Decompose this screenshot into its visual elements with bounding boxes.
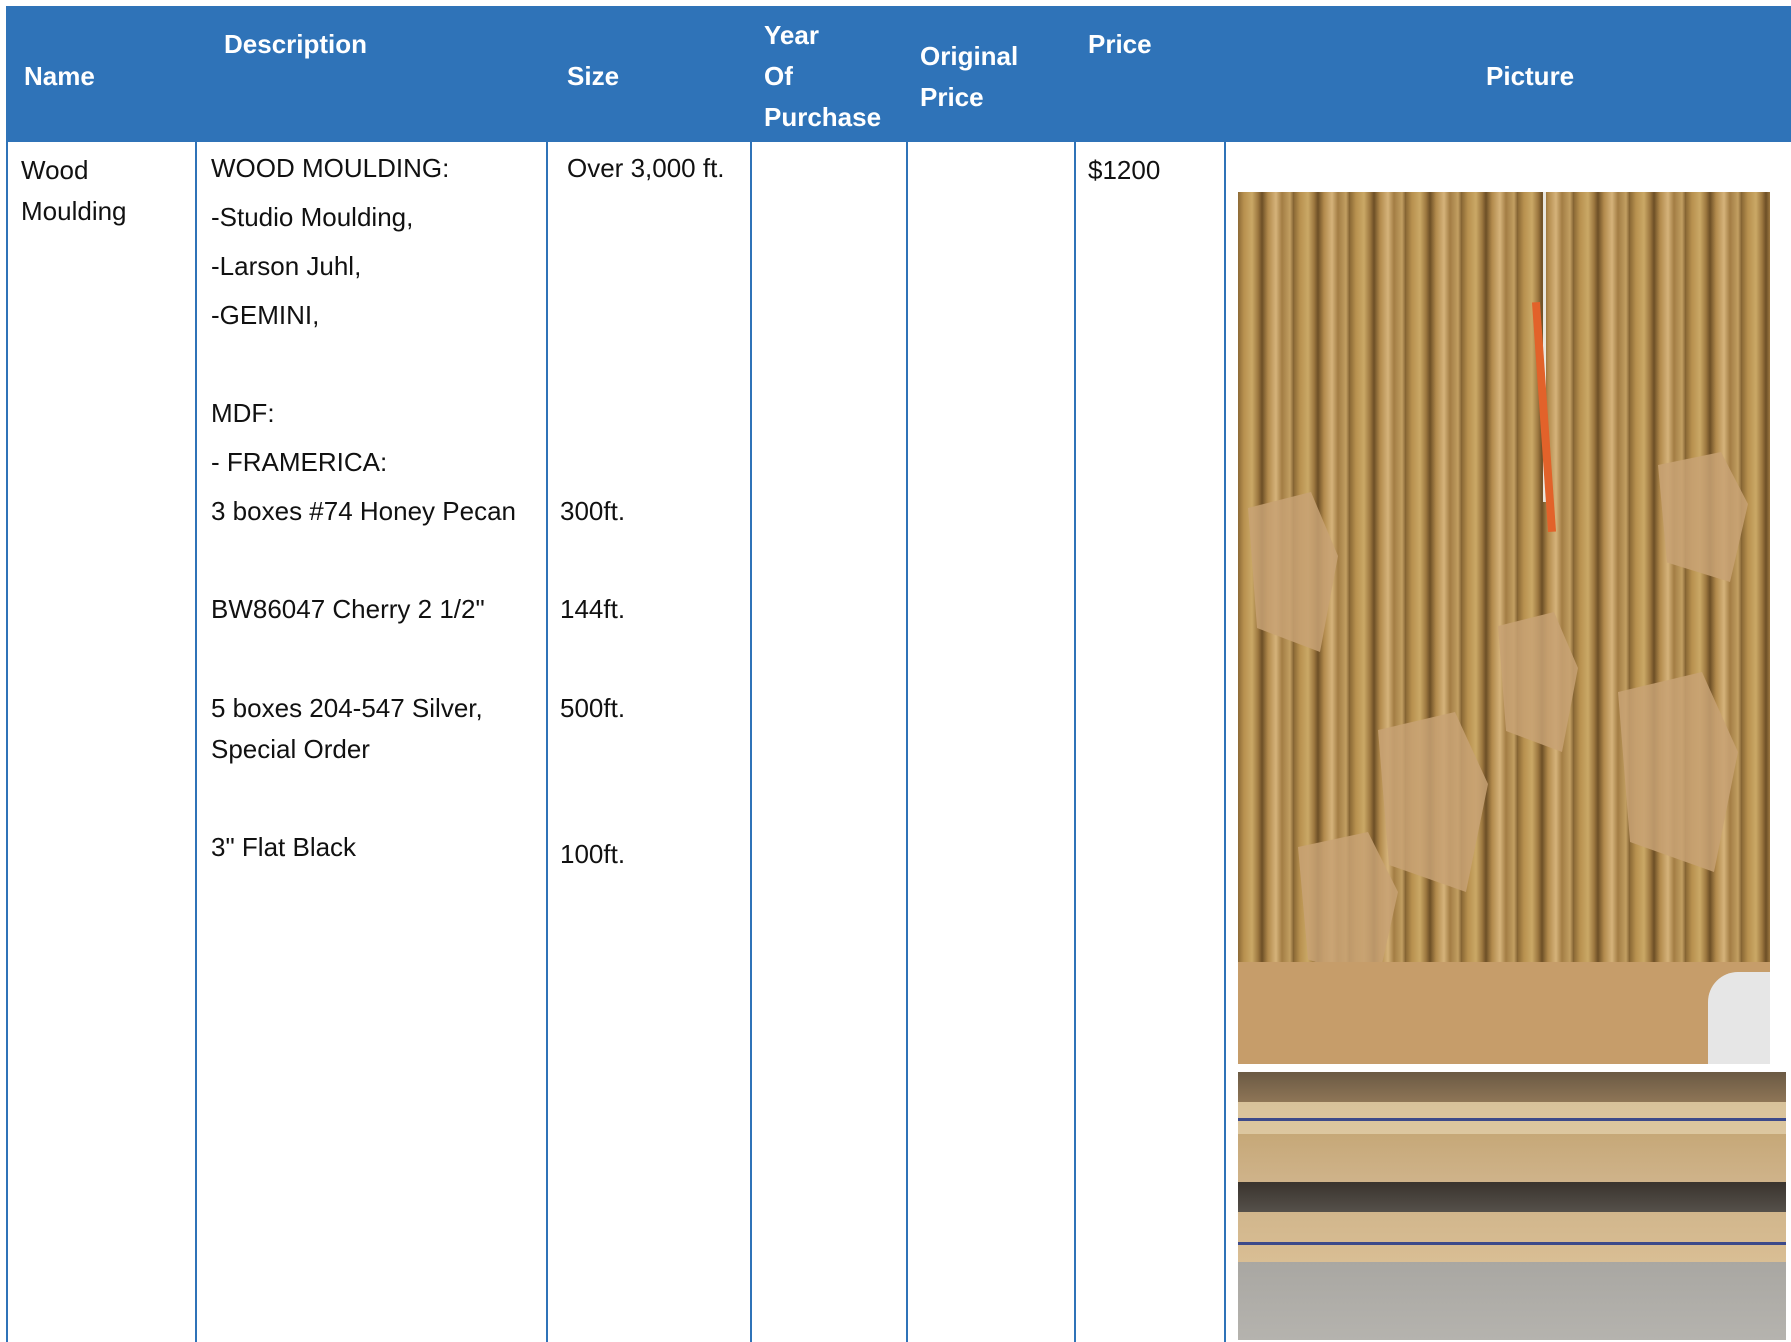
size-line: Over 3,000 ft. [567,153,725,183]
size-line: 300ft. [560,496,626,526]
header-year-line1: Year [764,20,819,50]
column-divider [906,140,908,1342]
header-name: Name [24,61,95,91]
column-divider [546,140,548,1342]
framerica-boxes-photo [1238,1072,1786,1340]
size-line: 100ft. [560,839,626,869]
description-line: -Studio Moulding, [211,202,414,232]
description-line: 3 boxes #74 Honey Pecan [211,496,516,526]
cell-price: $1200 [1088,155,1161,185]
table-header: Name Description Size Year Of Purchase O… [6,6,1791,140]
description-line: 3" Flat Black [211,832,357,862]
column-divider [750,140,752,1342]
description-line: Special Order [211,734,370,764]
description-line: 5 boxes 204-547 Silver, [211,693,483,723]
header-year-line2: Of [764,61,793,91]
header-original-line2: Price [920,82,984,112]
description-line: -GEMINI, [211,300,320,330]
inventory-table: Name Description Size Year Of Purchase O… [6,6,1791,1342]
description-line: -Larson Juhl, [211,251,362,281]
header-description: Description [224,29,368,59]
size-line: 500ft. [560,693,626,723]
cell-name-line2: Moulding [21,196,127,226]
header-original-line1: Original [920,41,1019,71]
column-divider [1224,140,1226,1342]
moulding-stack-photo [1238,192,1770,1064]
header-price: Price [1088,29,1152,59]
description-line: WOOD MOULDING: [211,153,450,183]
column-divider [195,140,197,1342]
header-picture: Picture [1486,61,1575,91]
description-line: - FRAMERICA: [211,447,388,477]
cell-name-line1: Wood [21,155,89,185]
header-year-line3: Purchase [764,102,882,132]
description-line: BW86047 Cherry 2 1/2" [211,594,485,624]
size-line: 144ft. [560,594,626,624]
header-size: Size [567,61,620,91]
description-line: MDF: [211,398,275,428]
row-separator [6,140,1791,142]
column-divider [6,140,8,1342]
column-divider [1074,140,1076,1342]
